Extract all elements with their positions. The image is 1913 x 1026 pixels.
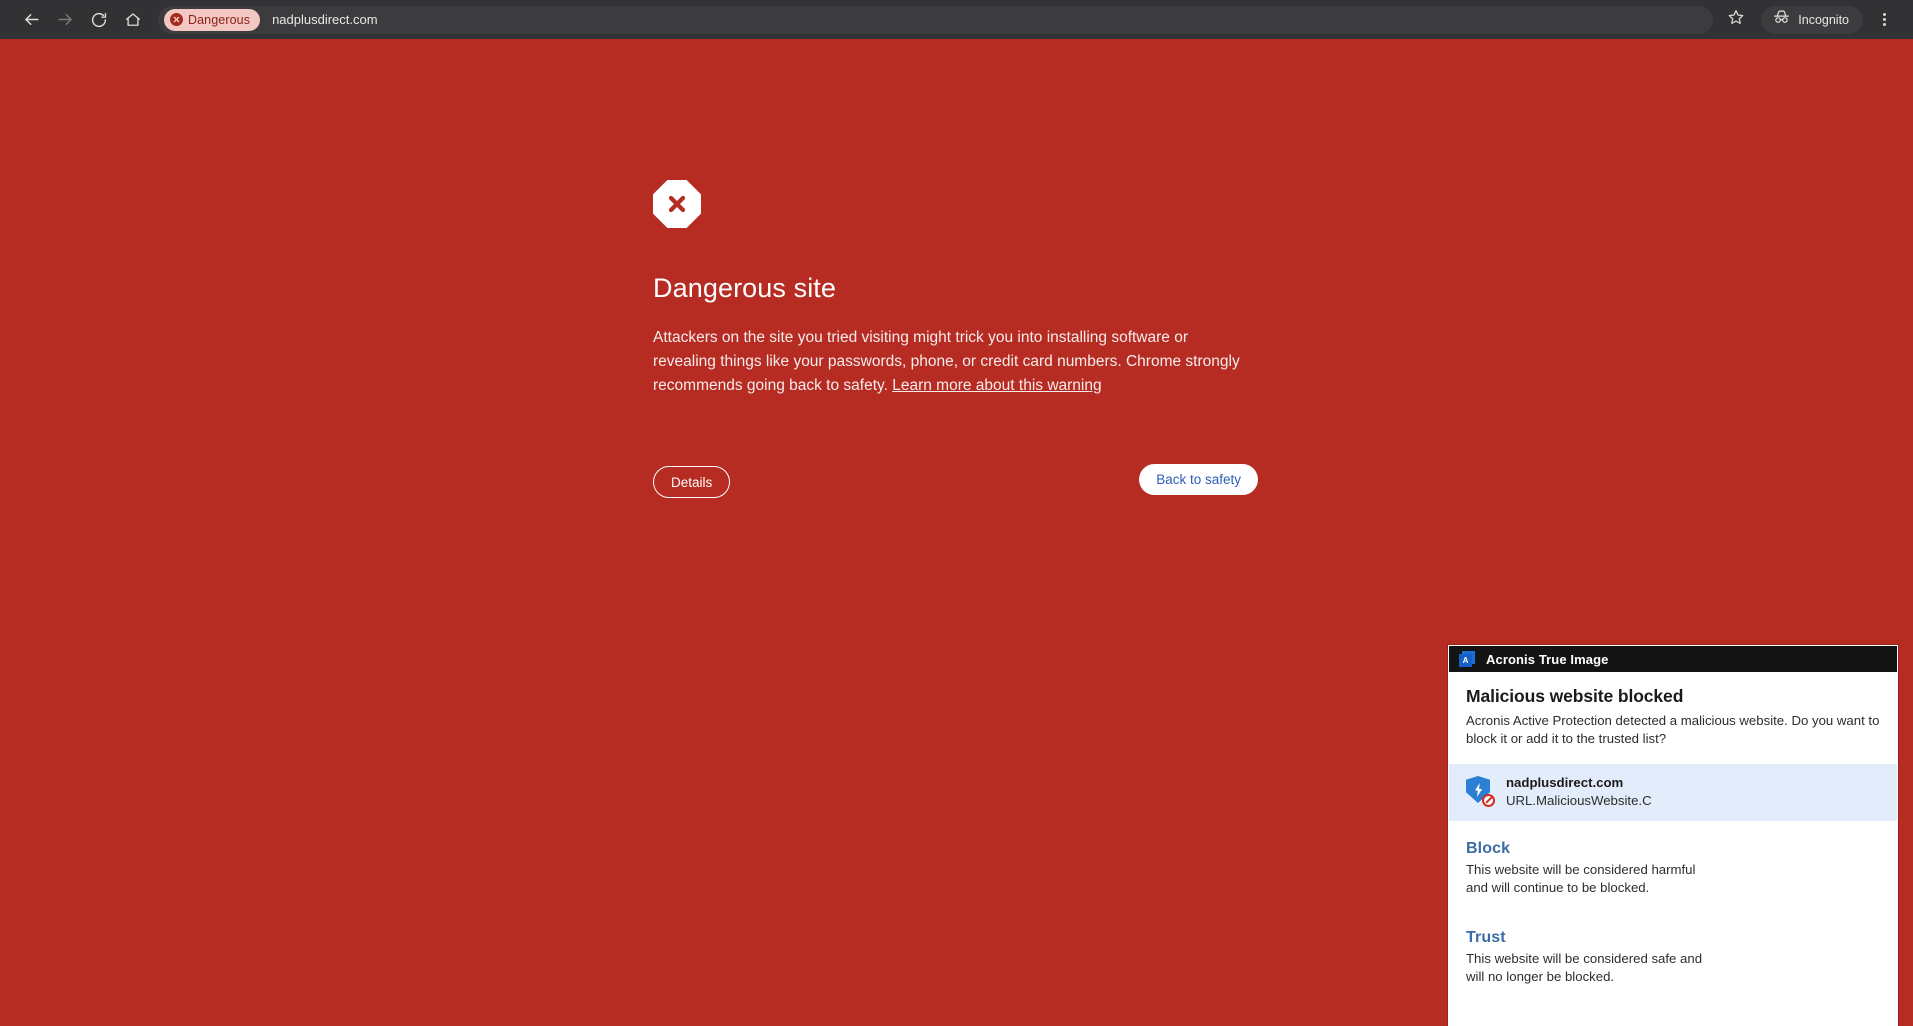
- acronis-action-block: Block This website will be considered ha…: [1449, 840, 1897, 897]
- acronis-threat-row: nadplusdirect.com URL.MaliciousWebsite.C: [1449, 764, 1897, 821]
- acronis-logo-letter: A: [1459, 654, 1472, 667]
- acronis-threat-text: nadplusdirect.com URL.MaliciousWebsite.C: [1506, 774, 1652, 810]
- acronis-dialog: A Acronis True Image Malicious website b…: [1448, 645, 1898, 1026]
- arrow-right-icon: [56, 10, 75, 29]
- no-entry-icon: [1482, 794, 1495, 807]
- shield-bolt-icon: [1466, 776, 1495, 807]
- octagon-x-icon: [653, 180, 701, 228]
- acronis-threat-detection: URL.MaliciousWebsite.C: [1506, 793, 1652, 808]
- back-button[interactable]: [14, 3, 48, 37]
- safe-browsing-interstitial: Dangerous site Attackers on the site you…: [653, 180, 1253, 398]
- acronis-body: Malicious website blocked Acronis Active…: [1449, 672, 1897, 748]
- trust-link[interactable]: Trust: [1466, 929, 1506, 947]
- reload-button[interactable]: [82, 3, 116, 37]
- home-button[interactable]: [116, 3, 150, 37]
- reload-icon: [90, 11, 108, 29]
- trust-description: This website will be considered safe and…: [1466, 951, 1703, 984]
- star-icon: [1727, 8, 1745, 31]
- toolbar-right-actions: Incognito: [1719, 3, 1899, 37]
- acronis-heading: Malicious website blocked: [1466, 686, 1684, 706]
- acronis-logo-icon: A: [1459, 651, 1475, 667]
- arrow-left-icon: [22, 10, 41, 29]
- security-status-label: Dangerous: [188, 12, 251, 27]
- incognito-label: Incognito: [1798, 12, 1849, 27]
- back-to-safety-button[interactable]: Back to safety: [1139, 464, 1258, 495]
- interstitial-button-row: Details Back to safety: [653, 462, 1258, 498]
- acronis-subtext: Acronis Active Protection detected a mal…: [1466, 713, 1880, 746]
- acronis-threat-domain: nadplusdirect.com: [1506, 775, 1624, 790]
- acronis-titlebar: A Acronis True Image: [1449, 646, 1897, 672]
- details-button[interactable]: Details: [653, 466, 731, 498]
- acronis-app-name: Acronis True Image: [1486, 651, 1609, 667]
- security-status-chip[interactable]: Dangerous: [164, 8, 261, 31]
- omnibox[interactable]: Dangerous nadplusdirect.com: [158, 5, 1714, 34]
- bookmark-button[interactable]: [1719, 3, 1753, 37]
- learn-more-link[interactable]: Learn more about this warning: [892, 377, 1101, 394]
- forward-button[interactable]: [48, 3, 82, 37]
- browser-menu-button[interactable]: [1869, 3, 1899, 37]
- acronis-action-trust: Trust This website will be considered sa…: [1449, 929, 1897, 986]
- block-description: This website will be considered harmful …: [1466, 862, 1696, 895]
- incognito-indicator[interactable]: Incognito: [1761, 5, 1863, 34]
- home-icon: [124, 11, 142, 29]
- page-title: Dangerous site: [653, 273, 837, 303]
- address-bar-url[interactable]: nadplusdirect.com: [272, 12, 378, 27]
- block-link[interactable]: Block: [1466, 840, 1510, 858]
- warning-body-text: Attackers on the site you tried visiting…: [653, 326, 1253, 398]
- dangerous-circle-x-icon: [170, 13, 183, 26]
- browser-toolbar: Dangerous nadplusdirect.com Incognito: [0, 0, 1913, 39]
- three-dot-menu-icon: [1882, 12, 1886, 27]
- incognito-hat-icon: [1772, 9, 1791, 30]
